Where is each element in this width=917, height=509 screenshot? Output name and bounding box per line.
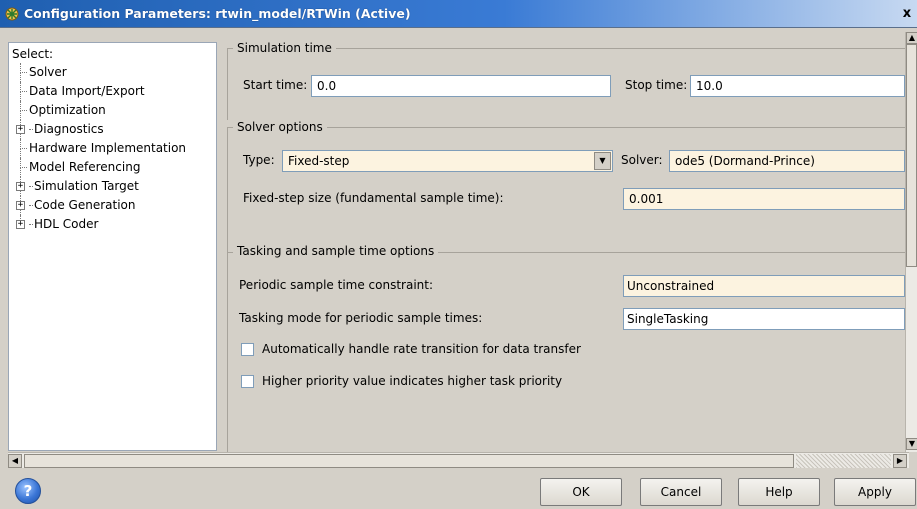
category-tree[interactable]: Select: Solver Data Import/Export Optimi… bbox=[8, 42, 217, 451]
scroll-up-icon[interactable]: ▲ bbox=[906, 32, 917, 44]
tree-item-simulation-target[interactable]: + Simulation Target bbox=[9, 177, 216, 196]
priority-checkbox[interactable] bbox=[241, 375, 254, 388]
tree-item-label: HDL Coder bbox=[27, 217, 98, 231]
expand-icon[interactable]: + bbox=[16, 125, 25, 134]
expand-icon[interactable]: + bbox=[16, 220, 25, 229]
title-bar[interactable]: Configuration Parameters: rtwin_model/RT… bbox=[0, 0, 917, 28]
tree-item-code-generation[interactable]: + Code Generation bbox=[9, 196, 216, 215]
tree-item-model-referencing[interactable]: Model Referencing bbox=[9, 158, 216, 177]
rate-transition-label: Automatically handle rate transition for… bbox=[262, 342, 581, 356]
tree-item-optimization[interactable]: Optimization bbox=[9, 101, 216, 120]
close-icon[interactable]: x bbox=[897, 4, 917, 24]
type-select[interactable]: Fixed-step ▼ bbox=[282, 150, 613, 172]
tree-item-hardware-implementation[interactable]: Hardware Implementation bbox=[9, 139, 216, 158]
priority-label: Higher priority value indicates higher t… bbox=[262, 374, 563, 388]
tree-item-solver[interactable]: Solver bbox=[9, 63, 216, 82]
start-time-input[interactable]: 0.0 bbox=[311, 75, 611, 97]
settings-panel: Simulation time Start time: 0.0 Stop tim… bbox=[221, 32, 905, 452]
tree-item-label: Hardware Implementation bbox=[29, 141, 187, 155]
vertical-scroll-thumb[interactable] bbox=[906, 44, 917, 267]
tree-item-label: Data Import/Export bbox=[29, 84, 145, 98]
solver-label: Solver: bbox=[621, 153, 663, 167]
help-icon[interactable]: ? bbox=[15, 478, 41, 504]
window-title: Configuration Parameters: rtwin_model/RT… bbox=[24, 6, 411, 21]
vertical-scrollbar[interactable]: ▲ ▼ bbox=[905, 32, 917, 452]
scroll-track-hatch bbox=[796, 454, 891, 468]
ok-button[interactable]: OK bbox=[540, 478, 622, 506]
tree-item-label: Optimization bbox=[29, 103, 106, 117]
tree-item-label: Model Referencing bbox=[29, 160, 141, 174]
type-select-value: Fixed-step bbox=[288, 154, 350, 168]
tree-item-label: Diagnostics bbox=[27, 122, 104, 136]
chevron-down-icon[interactable]: ▼ bbox=[594, 152, 611, 170]
simulink-icon bbox=[5, 7, 19, 21]
tasking-title: Tasking and sample time options bbox=[233, 244, 439, 258]
scroll-right-icon[interactable]: ▶ bbox=[893, 454, 907, 468]
step-size-label: Fixed-step size (fundamental sample time… bbox=[243, 191, 504, 205]
tree-item-hdl-coder[interactable]: + HDL Coder bbox=[9, 215, 216, 234]
scroll-left-icon[interactable]: ◀ bbox=[8, 454, 22, 468]
horizontal-scroll-thumb[interactable] bbox=[24, 454, 794, 468]
stop-time-input[interactable]: 10.0 bbox=[690, 75, 905, 97]
start-time-label: Start time: bbox=[243, 78, 308, 92]
tree-header: Select: bbox=[9, 43, 216, 63]
solver-input[interactable]: ode5 (Dormand-Prince) bbox=[669, 150, 905, 172]
solver-options-title: Solver options bbox=[233, 120, 327, 134]
step-size-input[interactable]: 0.001 bbox=[623, 188, 905, 210]
scroll-down-icon[interactable]: ▼ bbox=[906, 438, 917, 450]
tree-item-label: Code Generation bbox=[27, 198, 135, 212]
apply-button[interactable]: Apply bbox=[834, 478, 916, 506]
simulation-time-title: Simulation time bbox=[233, 41, 336, 55]
expand-icon[interactable]: + bbox=[16, 182, 25, 191]
stop-time-label: Stop time: bbox=[625, 78, 688, 92]
help-button[interactable]: Help bbox=[738, 478, 820, 506]
tree-item-label: Simulation Target bbox=[27, 179, 139, 193]
rate-transition-checkbox[interactable] bbox=[241, 343, 254, 356]
tree-item-diagnostics[interactable]: + Diagnostics bbox=[9, 120, 216, 139]
cancel-button[interactable]: Cancel bbox=[640, 478, 722, 506]
tasking-mode-label: Tasking mode for periodic sample times: bbox=[239, 311, 483, 325]
horizontal-scrollbar[interactable]: ◀ ▶ bbox=[8, 452, 909, 468]
periodic-constraint-input[interactable]: Unconstrained bbox=[623, 275, 905, 297]
tree-item-data-import-export[interactable]: Data Import/Export bbox=[9, 82, 216, 101]
expand-icon[interactable]: + bbox=[16, 201, 25, 210]
tasking-mode-input[interactable]: SingleTasking bbox=[623, 308, 905, 330]
tree-item-label: Solver bbox=[27, 65, 67, 79]
periodic-constraint-label: Periodic sample time constraint: bbox=[239, 278, 434, 292]
type-label: Type: bbox=[243, 153, 275, 167]
